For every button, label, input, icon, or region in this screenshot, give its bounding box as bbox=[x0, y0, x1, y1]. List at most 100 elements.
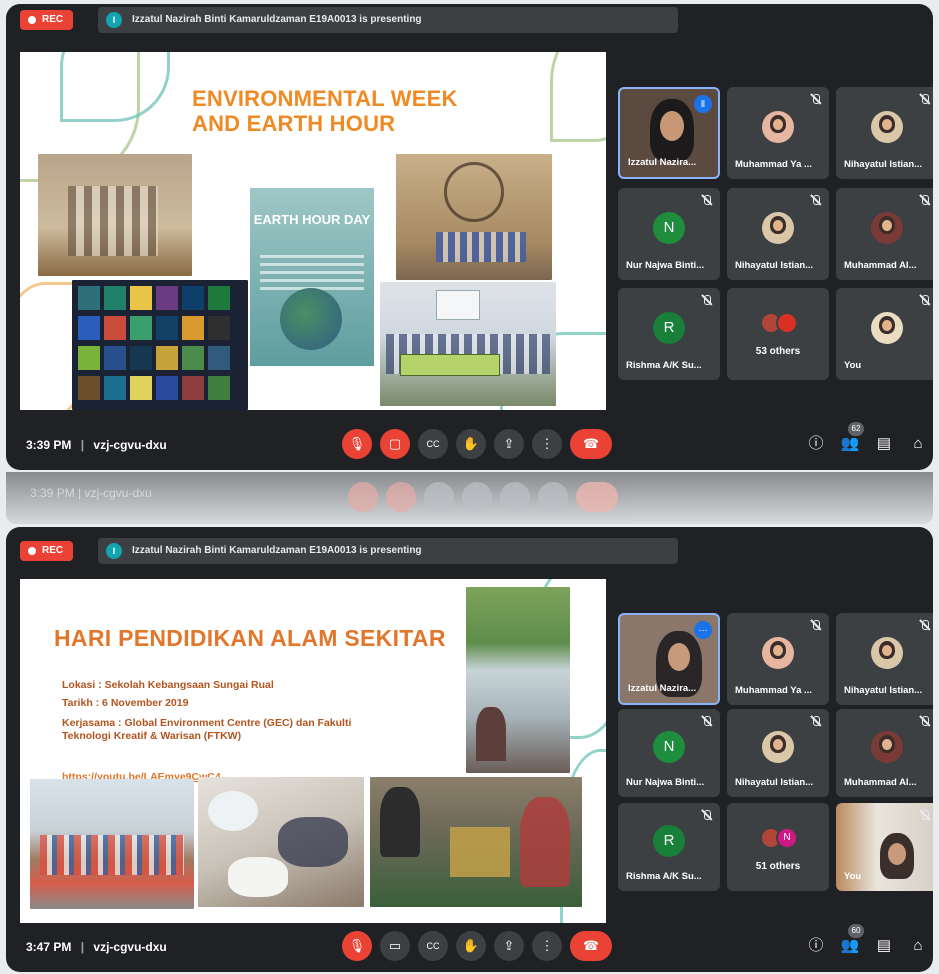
camera-off-icon[interactable]: ▢ bbox=[380, 429, 410, 459]
slide-title: ENVIRONMENTAL WEEK AND EARTH HOUR bbox=[192, 86, 458, 136]
others-avatars: N bbox=[760, 827, 800, 851]
people-count-badge: 62 bbox=[848, 422, 864, 436]
people-count-badge: 60 bbox=[848, 924, 864, 938]
chat-icon[interactable]: ▤ bbox=[872, 432, 896, 456]
avatar bbox=[871, 312, 903, 344]
participant-tile[interactable]: Muhammad Al... bbox=[836, 188, 933, 280]
earth-hands-image bbox=[280, 288, 342, 350]
avatar: R bbox=[653, 825, 685, 857]
photo-group-banner bbox=[380, 282, 556, 406]
camera-icon[interactable]: ▭ bbox=[380, 931, 410, 961]
earth-hour-poster: EARTH HOUR DAY bbox=[250, 188, 374, 366]
participant-tile[interactable]: Muhammad Al... bbox=[836, 709, 933, 797]
self-tile[interactable]: You bbox=[836, 803, 933, 891]
photo-performance bbox=[38, 154, 192, 276]
avatar bbox=[762, 111, 794, 143]
avatar bbox=[871, 212, 903, 244]
leaf-decoration bbox=[60, 52, 170, 122]
mic-off-icon bbox=[919, 620, 930, 631]
bottom-bar: 3:39 PM | vzj-cgvu-dxu 🎙 ▢ CC ✋ ⇪ ⋮ ☎ ⓘ … bbox=[6, 420, 933, 470]
participant-tile[interactable]: Nihayatul Istian... bbox=[836, 87, 933, 179]
end-call-icon bbox=[576, 482, 618, 512]
raise-hand-icon[interactable]: ✋ bbox=[456, 931, 486, 961]
poster-collage bbox=[72, 280, 248, 410]
participant-tile[interactable]: ⋯ Izzatul Nazira... bbox=[618, 613, 720, 705]
captions-icon[interactable]: CC bbox=[418, 931, 448, 961]
speaking-indicator-icon: ⦀ bbox=[694, 95, 712, 113]
photo-outdoor-site bbox=[466, 587, 570, 773]
blurred-toolbar-transition: 3:39 PM | vzj-cgvu-dxu bbox=[6, 472, 933, 524]
participant-tile[interactable]: Nihayatul Istian... bbox=[727, 188, 829, 280]
self-tile[interactable]: You bbox=[836, 288, 933, 380]
participant-tile[interactable]: Nihayatul Istian... bbox=[727, 709, 829, 797]
participant-tile[interactable]: R Rishma A/K Su... bbox=[618, 803, 720, 891]
info-icon[interactable]: ⓘ bbox=[804, 432, 828, 456]
avatar: N bbox=[653, 212, 685, 244]
clock-time: 3:39 PM bbox=[26, 438, 72, 452]
info-icon[interactable]: ⓘ bbox=[804, 934, 828, 958]
mic-off-icon bbox=[701, 810, 712, 821]
activities-icon[interactable]: ⌂ bbox=[906, 432, 930, 456]
raise-hand-icon bbox=[462, 482, 492, 512]
poster-title: EARTH HOUR DAY bbox=[253, 212, 371, 227]
captions-icon bbox=[424, 482, 454, 512]
present-icon[interactable]: ⇪ bbox=[494, 931, 524, 961]
more-options-icon[interactable]: ⋯ bbox=[694, 621, 712, 639]
mic-off-icon bbox=[919, 716, 930, 727]
bottom-bar: 3:47 PM | vzj-cgvu-dxu 🎙 ▭ CC ✋ ⇪ ⋮ ☎ ⓘ … bbox=[6, 922, 933, 972]
raise-hand-icon[interactable]: ✋ bbox=[456, 429, 486, 459]
mic-off-icon bbox=[701, 295, 712, 306]
presenter-avatar: I bbox=[106, 543, 122, 559]
others-avatars bbox=[760, 312, 800, 336]
participant-tile[interactable]: N Nur Najwa Binti... bbox=[618, 709, 720, 797]
present-icon[interactable]: ⇪ bbox=[494, 429, 524, 459]
meet-window-1: REC I Izzatul Nazirah Binti Kamaruldzama… bbox=[6, 4, 933, 470]
mic-off-icon bbox=[919, 810, 930, 821]
mic-off-icon bbox=[919, 295, 930, 306]
participant-tile[interactable]: N Nur Najwa Binti... bbox=[618, 188, 720, 280]
others-tile[interactable]: 53 others bbox=[727, 288, 829, 380]
chat-icon[interactable]: ▤ bbox=[872, 934, 896, 958]
avatar bbox=[762, 212, 794, 244]
avatar bbox=[871, 731, 903, 763]
presenting-text: Izzatul Nazirah Binti Kamaruldzaman E19A… bbox=[132, 14, 422, 25]
end-call-icon[interactable]: ☎ bbox=[570, 429, 612, 459]
avatar bbox=[762, 637, 794, 669]
mic-off-icon[interactable]: 🎙 bbox=[342, 429, 372, 459]
meeting-code: vzj-cgvu-dxu bbox=[93, 438, 167, 452]
mic-off-icon bbox=[701, 716, 712, 727]
participant-tile[interactable]: Muhammad Ya ... bbox=[727, 87, 829, 179]
mic-off-icon[interactable]: 🎙 bbox=[342, 931, 372, 961]
avatar: N bbox=[653, 731, 685, 763]
presenting-banner: I Izzatul Nazirah Binti Kamaruldzaman E1… bbox=[98, 538, 678, 564]
shared-slide: HARI PENDIDIKAN ALAM SEKITAR Lokasi : Se… bbox=[20, 579, 606, 923]
presenting-banner: I Izzatul Nazirah Binti Kamaruldzaman E1… bbox=[98, 7, 678, 33]
camera-off-icon bbox=[386, 482, 416, 512]
photo-earth-hour-sign bbox=[396, 154, 552, 280]
mic-off-icon bbox=[701, 195, 712, 206]
participant-tile[interactable]: ⦀ Izzatul Nazira... bbox=[618, 87, 720, 179]
avatar: R bbox=[653, 312, 685, 344]
more-icon[interactable]: ⋮ bbox=[532, 429, 562, 459]
participant-tile[interactable]: Muhammad Ya ... bbox=[727, 613, 829, 705]
captions-icon[interactable]: CC bbox=[418, 429, 448, 459]
participant-tile[interactable]: Nihayatul Istian... bbox=[836, 613, 933, 705]
meeting-details[interactable]: 3:47 PM | vzj-cgvu-dxu bbox=[26, 940, 167, 954]
participant-tile[interactable]: R Rishma A/K Su... bbox=[618, 288, 720, 380]
more-icon[interactable]: ⋮ bbox=[532, 931, 562, 961]
avatar bbox=[871, 637, 903, 669]
mic-off-icon bbox=[810, 94, 821, 105]
present-icon bbox=[500, 482, 530, 512]
mic-off-icon bbox=[810, 195, 821, 206]
top-bar: REC I Izzatul Nazirah Binti Kamaruldzama… bbox=[6, 4, 933, 34]
photo-school-group bbox=[30, 779, 194, 909]
leaf-decoration bbox=[550, 52, 606, 142]
end-call-icon[interactable]: ☎ bbox=[570, 931, 612, 961]
activities-icon[interactable]: ⌂ bbox=[906, 934, 930, 958]
blurred-time-code: 3:39 PM | vzj-cgvu-dxu bbox=[30, 486, 152, 500]
slide-lokasi: Lokasi : Sekolah Kebangsaan Sungai Rual bbox=[62, 679, 274, 691]
clock-time: 3:47 PM bbox=[26, 940, 72, 954]
meeting-details[interactable]: 3:39 PM | vzj-cgvu-dxu bbox=[26, 438, 167, 452]
recording-badge: REC bbox=[20, 541, 74, 561]
others-tile[interactable]: N 51 others bbox=[727, 803, 829, 891]
